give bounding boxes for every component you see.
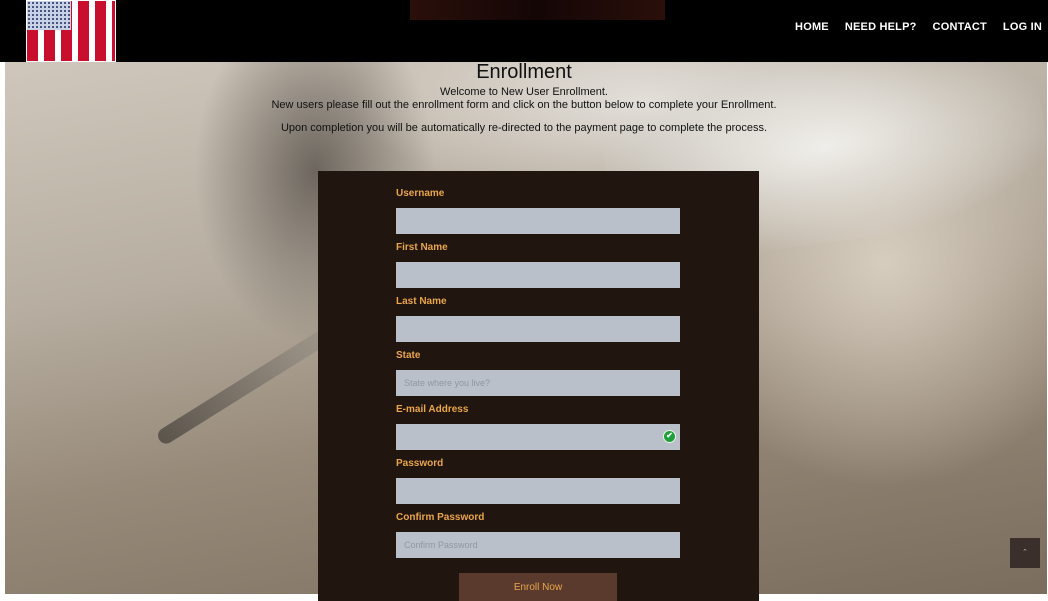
page-title: Enrollment (476, 61, 572, 83)
navbar-decoration (410, 0, 665, 20)
enrollment-form: Username First Name Last Name State E-ma… (318, 171, 759, 601)
enrollment-header: Enrollment Welcome to New User Enrollmen… (0, 60, 1048, 135)
username-input[interactable] (396, 208, 680, 234)
chevron-up-icon: ˆ (1023, 548, 1027, 558)
password-label: Password (396, 458, 444, 469)
email-field: E-mail Address ✔ (396, 403, 680, 450)
nav-login-link[interactable]: LOG IN (1003, 21, 1042, 33)
state-input[interactable] (396, 370, 680, 396)
username-label: Username (396, 188, 445, 199)
confirm-password-field: Confirm Password (396, 511, 680, 558)
scroll-top-button[interactable]: ˆ (1010, 538, 1040, 568)
last-name-input[interactable] (396, 316, 680, 342)
redirect-note: Upon completion you will be automaticall… (280, 122, 768, 134)
nav-help-link[interactable]: NEED HELP? (845, 21, 917, 33)
first-name-field: First Name (396, 241, 680, 288)
instructions-text: New users please fill out the enrollment… (271, 99, 777, 111)
enroll-now-button[interactable]: Enroll Now (459, 573, 617, 601)
state-label: State (396, 350, 421, 361)
password-input[interactable] (396, 478, 680, 504)
nav-home-link[interactable]: HOME (795, 21, 829, 33)
first-name-input[interactable] (396, 262, 680, 288)
username-field: Username (396, 187, 680, 234)
confirm-password-label: Confirm Password (396, 512, 485, 523)
top-navbar: HOME NEED HELP? CONTACT LOG IN (0, 0, 1048, 62)
confirm-password-input[interactable] (396, 532, 680, 558)
verify-icon[interactable]: ✔ (663, 430, 676, 443)
password-field: Password (396, 457, 680, 504)
nav-contact-link[interactable]: CONTACT (933, 21, 987, 33)
state-field: State (396, 349, 680, 396)
american-flag-logo[interactable] (26, 0, 116, 62)
last-name-field: Last Name (396, 295, 680, 342)
last-name-label: Last Name (396, 296, 447, 307)
nav-links: HOME NEED HELP? CONTACT LOG IN (795, 21, 1042, 33)
flag-canton (27, 1, 71, 30)
welcome-text: Welcome to New User Enrollment. (440, 86, 608, 98)
first-name-label: First Name (396, 242, 448, 253)
email-label: E-mail Address (396, 404, 469, 415)
email-input[interactable] (396, 424, 680, 450)
